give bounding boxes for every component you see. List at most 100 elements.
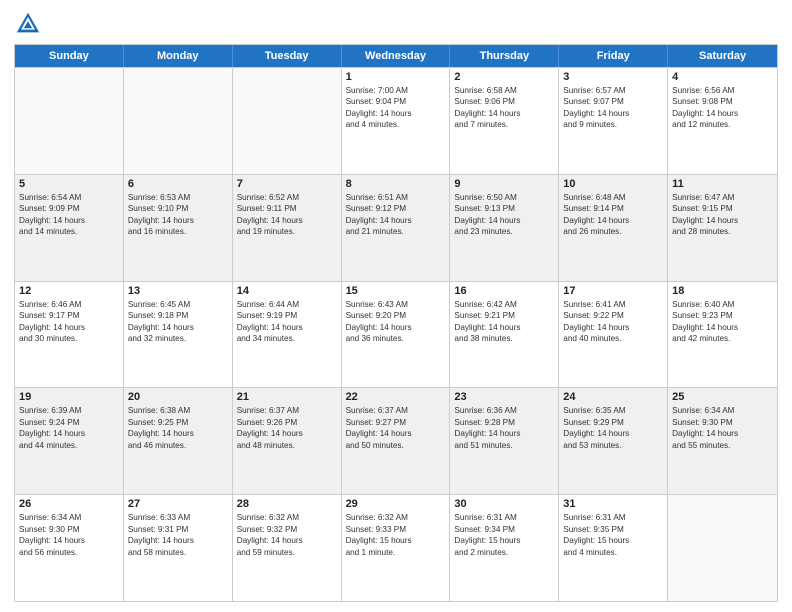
cell-line: Daylight: 14 hours bbox=[237, 535, 337, 546]
cell-line: and 9 minutes. bbox=[563, 119, 663, 130]
cell-line: Sunrise: 6:53 AM bbox=[128, 192, 228, 203]
empty-cell bbox=[124, 68, 233, 174]
cell-line: Sunrise: 6:34 AM bbox=[672, 405, 773, 416]
cell-line: and 50 minutes. bbox=[346, 440, 446, 451]
day-cell-17: 17Sunrise: 6:41 AMSunset: 9:22 PMDayligh… bbox=[559, 282, 668, 388]
cell-line: Daylight: 14 hours bbox=[563, 215, 663, 226]
day-number: 18 bbox=[672, 285, 773, 297]
cell-line: and 14 minutes. bbox=[19, 226, 119, 237]
day-number: 5 bbox=[19, 178, 119, 190]
cell-line: and 38 minutes. bbox=[454, 333, 554, 344]
cell-line: Daylight: 15 hours bbox=[563, 535, 663, 546]
day-number: 15 bbox=[346, 285, 446, 297]
cell-line: and 55 minutes. bbox=[672, 440, 773, 451]
day-cell-25: 25Sunrise: 6:34 AMSunset: 9:30 PMDayligh… bbox=[668, 388, 777, 494]
day-number: 14 bbox=[237, 285, 337, 297]
cell-line: Sunset: 9:13 PM bbox=[454, 203, 554, 214]
cell-line: Sunset: 9:08 PM bbox=[672, 96, 773, 107]
day-number: 28 bbox=[237, 498, 337, 510]
day-cell-5: 5Sunrise: 6:54 AMSunset: 9:09 PMDaylight… bbox=[15, 175, 124, 281]
day-cell-7: 7Sunrise: 6:52 AMSunset: 9:11 PMDaylight… bbox=[233, 175, 342, 281]
day-number: 9 bbox=[454, 178, 554, 190]
cell-line: Sunset: 9:17 PM bbox=[19, 310, 119, 321]
cell-line: Daylight: 15 hours bbox=[346, 535, 446, 546]
cell-line: and 23 minutes. bbox=[454, 226, 554, 237]
cell-line: and 32 minutes. bbox=[128, 333, 228, 344]
cell-line: Sunrise: 6:51 AM bbox=[346, 192, 446, 203]
cell-line: Daylight: 14 hours bbox=[19, 428, 119, 439]
cell-line: Sunset: 9:28 PM bbox=[454, 417, 554, 428]
cell-line: Sunrise: 6:44 AM bbox=[237, 299, 337, 310]
cell-line: Daylight: 14 hours bbox=[19, 215, 119, 226]
day-number: 13 bbox=[128, 285, 228, 297]
day-number: 21 bbox=[237, 391, 337, 403]
cell-line: Daylight: 14 hours bbox=[128, 535, 228, 546]
day-cell-20: 20Sunrise: 6:38 AMSunset: 9:25 PMDayligh… bbox=[124, 388, 233, 494]
cell-line: Sunrise: 6:31 AM bbox=[563, 512, 663, 523]
day-number: 30 bbox=[454, 498, 554, 510]
day-number: 27 bbox=[128, 498, 228, 510]
cell-line: Sunset: 9:18 PM bbox=[128, 310, 228, 321]
day-number: 17 bbox=[563, 285, 663, 297]
day-number: 4 bbox=[672, 71, 773, 83]
cell-line: Sunset: 9:19 PM bbox=[237, 310, 337, 321]
day-cell-31: 31Sunrise: 6:31 AMSunset: 9:35 PMDayligh… bbox=[559, 495, 668, 601]
cell-line: Sunrise: 6:52 AM bbox=[237, 192, 337, 203]
day-number: 23 bbox=[454, 391, 554, 403]
cell-line: Sunrise: 6:42 AM bbox=[454, 299, 554, 310]
header-day-monday: Monday bbox=[124, 45, 233, 67]
cell-line: and 51 minutes. bbox=[454, 440, 554, 451]
day-number: 16 bbox=[454, 285, 554, 297]
cell-line: and 56 minutes. bbox=[19, 547, 119, 558]
day-cell-18: 18Sunrise: 6:40 AMSunset: 9:23 PMDayligh… bbox=[668, 282, 777, 388]
cell-line: Sunset: 9:35 PM bbox=[563, 524, 663, 535]
header-day-wednesday: Wednesday bbox=[342, 45, 451, 67]
day-cell-9: 9Sunrise: 6:50 AMSunset: 9:13 PMDaylight… bbox=[450, 175, 559, 281]
day-cell-26: 26Sunrise: 6:34 AMSunset: 9:30 PMDayligh… bbox=[15, 495, 124, 601]
day-cell-16: 16Sunrise: 6:42 AMSunset: 9:21 PMDayligh… bbox=[450, 282, 559, 388]
day-number: 6 bbox=[128, 178, 228, 190]
cell-line: Sunrise: 6:58 AM bbox=[454, 85, 554, 96]
cell-line: Sunrise: 6:40 AM bbox=[672, 299, 773, 310]
cell-line: Daylight: 14 hours bbox=[346, 428, 446, 439]
cell-line: Sunset: 9:20 PM bbox=[346, 310, 446, 321]
cell-line: Daylight: 15 hours bbox=[454, 535, 554, 546]
logo bbox=[14, 10, 46, 38]
cell-line: Daylight: 14 hours bbox=[672, 108, 773, 119]
day-cell-2: 2Sunrise: 6:58 AMSunset: 9:06 PMDaylight… bbox=[450, 68, 559, 174]
day-cell-1: 1Sunrise: 7:00 AMSunset: 9:04 PMDaylight… bbox=[342, 68, 451, 174]
cell-line: Daylight: 14 hours bbox=[346, 108, 446, 119]
calendar-body: 1Sunrise: 7:00 AMSunset: 9:04 PMDaylight… bbox=[15, 67, 777, 601]
day-cell-15: 15Sunrise: 6:43 AMSunset: 9:20 PMDayligh… bbox=[342, 282, 451, 388]
cell-line: and 59 minutes. bbox=[237, 547, 337, 558]
cell-line: Sunset: 9:22 PM bbox=[563, 310, 663, 321]
cell-line: Sunset: 9:32 PM bbox=[237, 524, 337, 535]
cell-line: Sunset: 9:33 PM bbox=[346, 524, 446, 535]
cell-line: Sunrise: 6:34 AM bbox=[19, 512, 119, 523]
cell-line: Daylight: 14 hours bbox=[563, 322, 663, 333]
cell-line: Sunset: 9:11 PM bbox=[237, 203, 337, 214]
day-cell-19: 19Sunrise: 6:39 AMSunset: 9:24 PMDayligh… bbox=[15, 388, 124, 494]
day-number: 26 bbox=[19, 498, 119, 510]
cell-line: Sunrise: 6:32 AM bbox=[346, 512, 446, 523]
header-day-friday: Friday bbox=[559, 45, 668, 67]
day-cell-12: 12Sunrise: 6:46 AMSunset: 9:17 PMDayligh… bbox=[15, 282, 124, 388]
cell-line: and 44 minutes. bbox=[19, 440, 119, 451]
cell-line: Sunset: 9:09 PM bbox=[19, 203, 119, 214]
cell-line: Daylight: 14 hours bbox=[454, 322, 554, 333]
cell-line: Sunset: 9:04 PM bbox=[346, 96, 446, 107]
day-number: 10 bbox=[563, 178, 663, 190]
empty-cell bbox=[233, 68, 342, 174]
cell-line: Daylight: 14 hours bbox=[128, 428, 228, 439]
page: SundayMondayTuesdayWednesdayThursdayFrid… bbox=[0, 0, 792, 612]
cell-line: Sunrise: 6:45 AM bbox=[128, 299, 228, 310]
header-day-sunday: Sunday bbox=[15, 45, 124, 67]
cell-line: Sunrise: 6:32 AM bbox=[237, 512, 337, 523]
day-cell-8: 8Sunrise: 6:51 AMSunset: 9:12 PMDaylight… bbox=[342, 175, 451, 281]
cell-line: Sunset: 9:15 PM bbox=[672, 203, 773, 214]
cell-line: Daylight: 14 hours bbox=[19, 322, 119, 333]
calendar-header: SundayMondayTuesdayWednesdayThursdayFrid… bbox=[15, 45, 777, 67]
cell-line: and 19 minutes. bbox=[237, 226, 337, 237]
cell-line: Sunset: 9:30 PM bbox=[19, 524, 119, 535]
cell-line: Sunset: 9:29 PM bbox=[563, 417, 663, 428]
